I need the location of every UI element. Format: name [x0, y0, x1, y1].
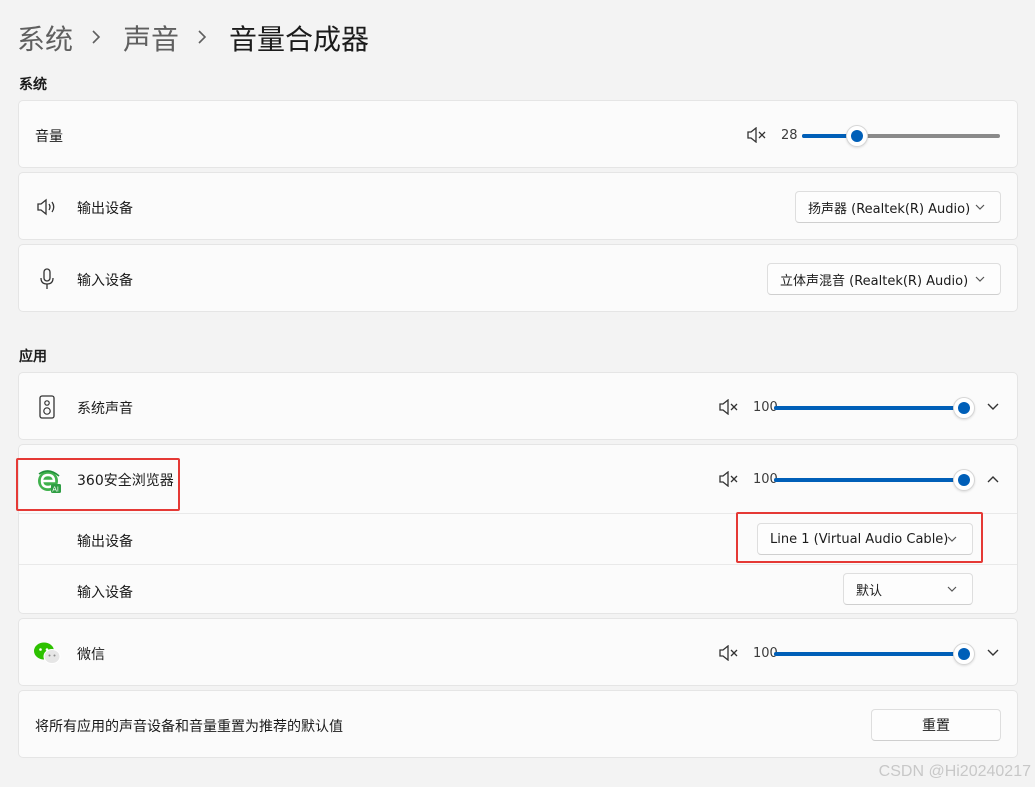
system-output-card: 输出设备 扬声器 (Realtek(R) Audio)	[18, 172, 1018, 240]
input-device-label: 输入设备	[77, 273, 133, 289]
system-volume-slider[interactable]	[802, 125, 1000, 147]
app-volume-slider[interactable]	[774, 469, 975, 491]
mute-icon[interactable]	[719, 470, 741, 488]
app-card-wechat: 微信 100	[18, 618, 1018, 686]
breadcrumb: 系统 声音 音量合成器	[17, 16, 369, 60]
app-volume-thumb[interactable]	[953, 469, 975, 491]
output-device-dropdown[interactable]: 扬声器 (Realtek(R) Audio)	[795, 191, 1001, 223]
app-name-system-sounds: 系统声音	[77, 401, 133, 417]
app-card-360-browser: AI 360安全浏览器 100 输出设备 Line 1 (Virtual Aud…	[18, 444, 1018, 614]
chevron-down-icon	[975, 204, 985, 210]
wechat-icon	[33, 640, 61, 666]
app-volume-thumb[interactable]	[953, 397, 975, 419]
output-device-value: 扬声器 (Realtek(R) Audio)	[808, 201, 971, 217]
reset-card: 将所有应用的声音设备和音量重置为推荐的默认值 重置	[18, 690, 1018, 758]
mute-icon[interactable]	[719, 398, 741, 416]
app-volume-thumb[interactable]	[953, 643, 975, 665]
app-input-device-dropdown[interactable]: 默认	[843, 573, 973, 605]
reset-description: 将所有应用的声音设备和音量重置为推荐的默认值	[35, 719, 343, 735]
system-volume-card: 音量 28	[18, 100, 1018, 168]
system-input-card: 输入设备 立体声混音 (Realtek(R) Audio)	[18, 244, 1018, 312]
expand-chevron-down-icon[interactable]	[985, 399, 1001, 415]
chevron-down-icon	[947, 586, 957, 592]
app-volume-fill	[774, 652, 964, 656]
expand-chevron-down-icon[interactable]	[985, 645, 1001, 661]
360-browser-icon: AI	[35, 467, 63, 495]
section-title-system: 系统	[19, 77, 47, 93]
mute-icon[interactable]	[719, 644, 741, 662]
divider	[19, 513, 1017, 514]
input-device-value: 立体声混音 (Realtek(R) Audio)	[780, 273, 969, 289]
input-device-dropdown[interactable]: 立体声混音 (Realtek(R) Audio)	[767, 263, 1001, 295]
output-device-label: 输出设备	[77, 201, 133, 217]
system-volume-thumb[interactable]	[846, 125, 869, 147]
breadcrumb-chevron-icon	[91, 28, 101, 49]
section-title-apps: 应用	[19, 349, 47, 365]
app-card-system-sounds: 系统声音 100	[18, 372, 1018, 440]
chevron-down-icon	[947, 536, 957, 542]
chevron-down-icon	[975, 276, 985, 282]
app-input-device-value: 默认	[856, 583, 883, 599]
collapse-chevron-up-icon[interactable]	[985, 471, 1001, 487]
breadcrumb-sound[interactable]: 声音	[123, 18, 179, 58]
app-output-device-label: 输出设备	[77, 534, 133, 550]
mute-icon[interactable]	[747, 126, 769, 144]
page-title: 音量合成器	[229, 23, 370, 56]
speaker-icon	[35, 195, 59, 219]
reset-button[interactable]: 重置	[871, 709, 1001, 741]
app-volume-slider[interactable]	[774, 643, 975, 665]
volume-label: 音量	[35, 129, 63, 145]
breadcrumb-chevron-icon	[197, 28, 207, 49]
app-input-device-label: 输入设备	[77, 585, 133, 601]
app-volume-fill	[774, 406, 964, 410]
app-output-device-value: Line 1 (Virtual Audio Cable)	[770, 531, 949, 547]
breadcrumb-system[interactable]: 系统	[17, 18, 73, 58]
app-name-wechat: 微信	[77, 647, 105, 663]
svg-text:AI: AI	[52, 487, 59, 494]
app-volume-slider[interactable]	[774, 397, 975, 419]
divider	[19, 564, 1017, 565]
app-name-360-browser: 360安全浏览器	[77, 473, 174, 489]
app-output-device-dropdown[interactable]: Line 1 (Virtual Audio Cable)	[757, 523, 973, 555]
app-volume-fill	[774, 478, 964, 482]
microphone-icon	[35, 267, 59, 291]
speaker-device-icon	[35, 395, 59, 419]
watermark: CSDN @Hi20240217	[878, 763, 1031, 780]
